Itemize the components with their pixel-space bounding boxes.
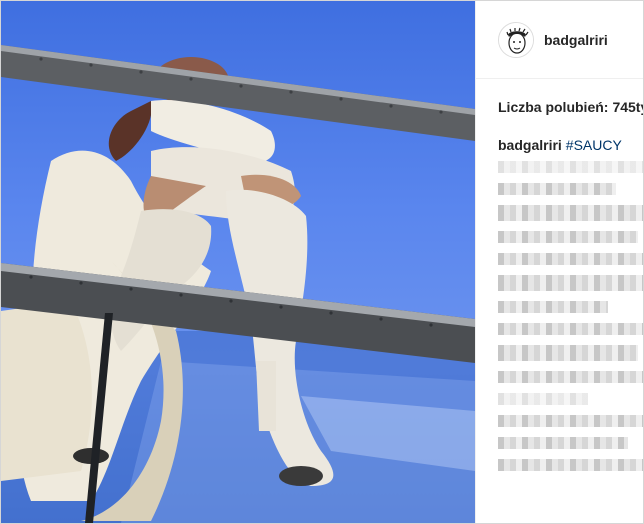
likes-label: Liczba polubień: [498,99,609,115]
post-side-panel: badgalriri Liczba polubień:745tys badgal… [475,1,643,523]
blurred-comment-line [498,183,616,195]
post-photo[interactable] [1,1,475,523]
blurred-comment-line [498,231,638,243]
blurred-comment-line [498,459,643,471]
instagram-post: badgalriri Liczba polubień:745tys badgal… [0,0,644,524]
post-caption: badgalriri #SAUCY [498,137,622,153]
blurred-comment-line [498,393,588,405]
pixelated-comments [498,161,643,481]
blurred-comment-line [498,371,643,383]
likes-count[interactable]: 745tys [612,99,643,115]
blurred-comment-line [498,275,643,291]
blurred-comment-line [498,253,643,265]
caption-hashtag[interactable]: #SAUCY [566,137,622,153]
blurred-comment-line [498,345,638,361]
blurred-comment-line [498,161,643,173]
blurred-comment-line [498,205,643,221]
blurred-comment-line [498,301,608,313]
post-header: badgalriri [476,1,643,79]
post-username[interactable]: badgalriri [544,32,608,48]
caption-username[interactable]: badgalriri [498,137,562,153]
likes-row: Liczba polubień:745tys [498,99,643,115]
blurred-comment-line [498,323,643,335]
blurred-comment-line [498,415,643,427]
avatar-icon[interactable] [498,21,534,58]
photo-illustration [1,45,475,523]
blurred-comment-line [498,437,628,449]
